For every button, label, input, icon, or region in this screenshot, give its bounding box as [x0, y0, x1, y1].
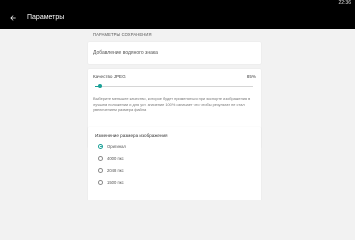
watermark-setting[interactable]: Добавление водяного знака: [88, 42, 261, 64]
radio-button[interactable]: [98, 167, 103, 173]
jpeg-quality-description: Выберите меньшее качество, которое будет…: [93, 96, 251, 113]
arrow-back-icon[interactable]: [7, 12, 19, 24]
radio-button[interactable]: [98, 155, 103, 161]
status-bar: 22:36: [0, 0, 355, 7]
page-title: Параметры: [27, 14, 65, 21]
jpeg-quality-label: Качество JPEG: [93, 74, 126, 79]
resize-title: Изменение размера изображения: [95, 133, 168, 138]
jpeg-quality-slider[interactable]: [95, 86, 253, 87]
section-title: ПАРАМЕТРЫ СОХРАНЕНИЯ: [93, 32, 152, 37]
radio-option-1500[interactable]: 1500 пкс: [98, 177, 124, 187]
radio-option-original[interactable]: Оригинал: [98, 141, 126, 151]
jpeg-quality-value: 85%: [246, 74, 256, 79]
app-bar: Параметры: [0, 7, 355, 29]
radio-option-4000[interactable]: 4000 пкс: [98, 153, 124, 163]
resize-card: Изменение размера изображения Оригинал 4…: [88, 127, 261, 200]
slider-thumb[interactable]: [97, 84, 102, 88]
watermark-label: Добавление водяного знака: [93, 50, 158, 56]
radio-label: 2048 пкс: [107, 167, 124, 173]
status-time: 22:36: [338, 0, 351, 6]
settings-content[interactable]: ПАРАМЕТРЫ СОХРАНЕНИЯ Добавление водяного…: [0, 29, 355, 200]
radio-option-2048[interactable]: 2048 пкс: [98, 165, 124, 175]
radio-button[interactable]: [98, 179, 103, 185]
radio-label: Оригинал: [107, 143, 126, 149]
radio-label: 4000 пкс: [107, 155, 124, 161]
radio-button[interactable]: [98, 143, 103, 149]
radio-label: 1500 пкс: [107, 179, 124, 185]
